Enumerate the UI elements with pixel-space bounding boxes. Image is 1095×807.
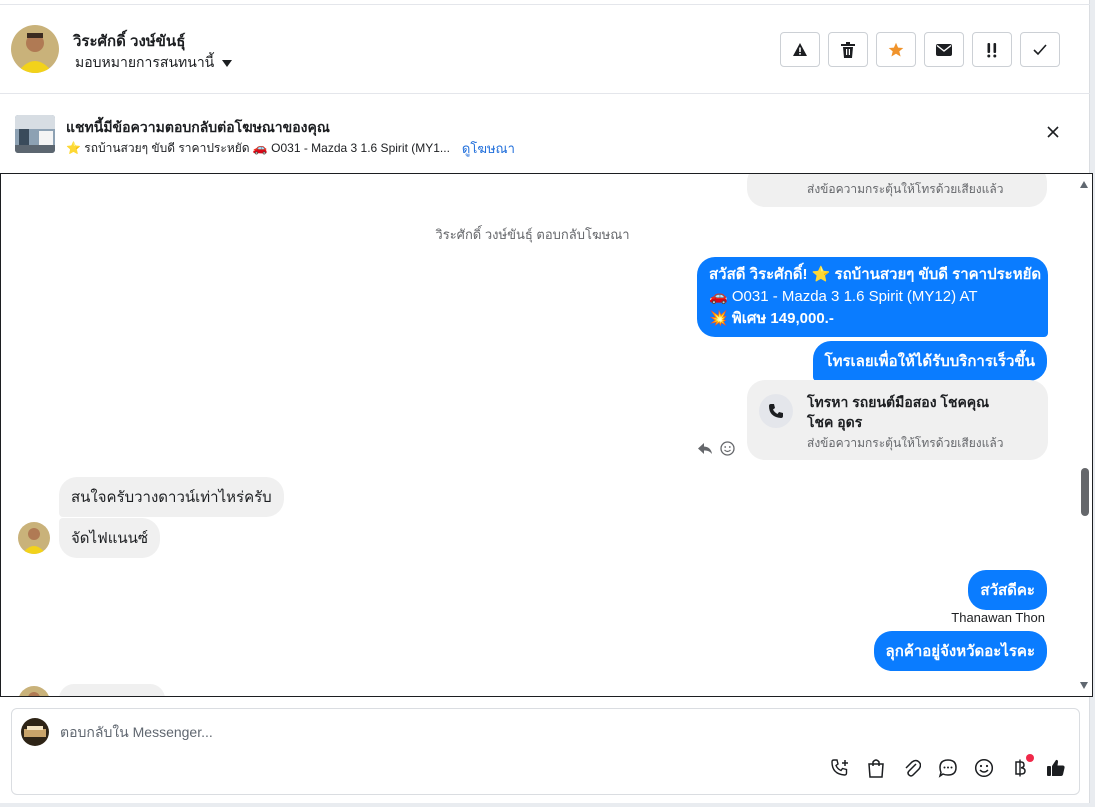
composer-toolbar [829, 754, 1067, 779]
trash-icon [841, 41, 855, 58]
exclamation-icon [987, 42, 997, 57]
page-avatar [21, 718, 49, 746]
star-icon [888, 42, 904, 56]
warning-icon [793, 42, 807, 56]
ad-reply-banner: แชทนี้มีข้อความตอบกลับต่อโฆษณาของคุณ ⭐ ร… [0, 95, 1090, 173]
caret-down-icon [222, 59, 233, 67]
view-ad-link[interactable]: ดูโฆษณา [462, 138, 515, 159]
bag-icon[interactable] [865, 757, 887, 779]
incoming-message[interactable]: สนใจครับวางดาวน์เท่าไหร่ครับ [59, 477, 284, 517]
add-call-icon[interactable] [829, 757, 851, 779]
message-line: 💥 พิเศษ 149,000.- [709, 310, 834, 327]
message-line: 🚗 O031 - Mazda 3 1.6 Spirit (MY12) AT [709, 288, 978, 305]
ad-thumbnail[interactable] [15, 115, 55, 153]
ad-banner-subtitle: ⭐ รถบ้านสวยๆ ขับดี ราคาประหยัด 🚗 O031 - … [66, 141, 450, 155]
call-prompt-status: ส่งข้อความกระตุ้นให้โทรด้วยเสียงแล้ว [807, 182, 1004, 196]
ad-banner-subtitle-row: ⭐ รถบ้านสวยๆ ขับดี ราคาประหยัด 🚗 O031 - … [66, 138, 515, 159]
mark-done-button[interactable] [1020, 32, 1060, 67]
outgoing-message[interactable]: ลุกค้าอยู่จังหวัดอะไรคะ [873, 631, 1047, 671]
message-line: สวัสดี วิระศักดิ์! ⭐ รถบ้านสวยๆ ขับดี รา… [709, 266, 1042, 283]
close-banner-button[interactable] [1044, 123, 1062, 141]
assign-label: มอบหมายการสนทนานี้ [75, 54, 215, 70]
message-thread[interactable]: ส่งข้อความกระตุ้นให้โทรด้วยเสียงแล้ว วิร… [0, 173, 1093, 697]
call-prompt-card-previous: ส่งข้อความกระตุ้นให้โทรด้วยเสียงแล้ว [747, 174, 1047, 207]
outgoing-message[interactable]: โทรเลยเพื่อให้ได้รับบริการเร็วขึ้น [812, 341, 1047, 381]
conversation-actions [780, 32, 1060, 67]
outgoing-message[interactable]: สวัสดี วิระศักดิ์! ⭐ รถบ้านสวยๆ ขับดี รา… [697, 257, 1048, 337]
baht-icon[interactable] [1009, 754, 1034, 779]
follow-up-button[interactable] [972, 32, 1012, 67]
chat-bubble-icon[interactable] [937, 757, 959, 779]
message-input[interactable] [60, 724, 760, 740]
contact-avatar-small[interactable] [18, 522, 50, 554]
call-prompt-title: โทรหา รถยนต์มือสอง โชคคุณ โชค อุดร [807, 392, 989, 432]
star-button[interactable] [876, 32, 916, 67]
phone-icon [759, 394, 793, 428]
reply-icon[interactable] [698, 442, 712, 456]
contact-avatar-small[interactable] [18, 686, 50, 696]
call-prompt-card[interactable]: โทรหา รถยนต์มือสอง โชคคุณ โชค อุดร ส่งข้… [747, 380, 1048, 460]
call-prompt-title-line: โชค อุดร [807, 414, 863, 430]
react-smiley-icon[interactable] [720, 441, 735, 456]
notification-dot [1026, 754, 1034, 762]
envelope-icon [936, 43, 952, 56]
contact-name[interactable]: วิระศักดิ์ วงษ์ขันธุ์ [73, 29, 185, 53]
scroll-up-arrow[interactable] [1080, 181, 1088, 188]
conversation-header: วิระศักดิ์ วงษ์ขันธุ์ มอบหมายการสนทนานี้ [0, 5, 1090, 94]
outgoing-message[interactable]: สวัสดีคะ [968, 570, 1047, 610]
system-note: วิระศักดิ์ วงษ์ขันธุ์ ตอบกลับโฆษณา [435, 227, 630, 242]
assign-conversation-dropdown[interactable]: มอบหมายการสนทนานี้ [75, 52, 233, 74]
ad-banner-title: แชทนี้มีข้อความตอบกลับต่อโฆษณาของคุณ [66, 119, 330, 135]
inbox-frame: วิระศักดิ์ วงษ์ขันธุ์ มอบหมายการสนทนานี้ [0, 0, 1093, 803]
incoming-message-partial[interactable] [59, 684, 165, 696]
delete-button[interactable] [828, 32, 868, 67]
scroll-down-arrow[interactable] [1080, 682, 1088, 689]
report-spam-button[interactable] [780, 32, 820, 67]
scrollbar-thumb[interactable] [1081, 468, 1089, 516]
sender-name: Thanawan Thon [951, 610, 1045, 625]
call-prompt-title-line: โทรหา รถยนต์มือสอง โชคคุณ [807, 394, 990, 410]
close-icon [1047, 126, 1059, 138]
thumbs-up-icon[interactable] [1045, 757, 1067, 779]
reply-composer [11, 708, 1080, 795]
mark-unread-button[interactable] [924, 32, 964, 67]
check-icon [1033, 43, 1047, 55]
contact-avatar[interactable] [11, 25, 59, 73]
smiley-icon[interactable] [973, 757, 995, 779]
incoming-message[interactable]: จัดไฟแนนซ์ [59, 518, 161, 558]
paperclip-icon[interactable] [901, 757, 923, 779]
call-prompt-status: ส่งข้อความกระตุ้นให้โทรด้วยเสียงแล้ว [807, 436, 1004, 450]
